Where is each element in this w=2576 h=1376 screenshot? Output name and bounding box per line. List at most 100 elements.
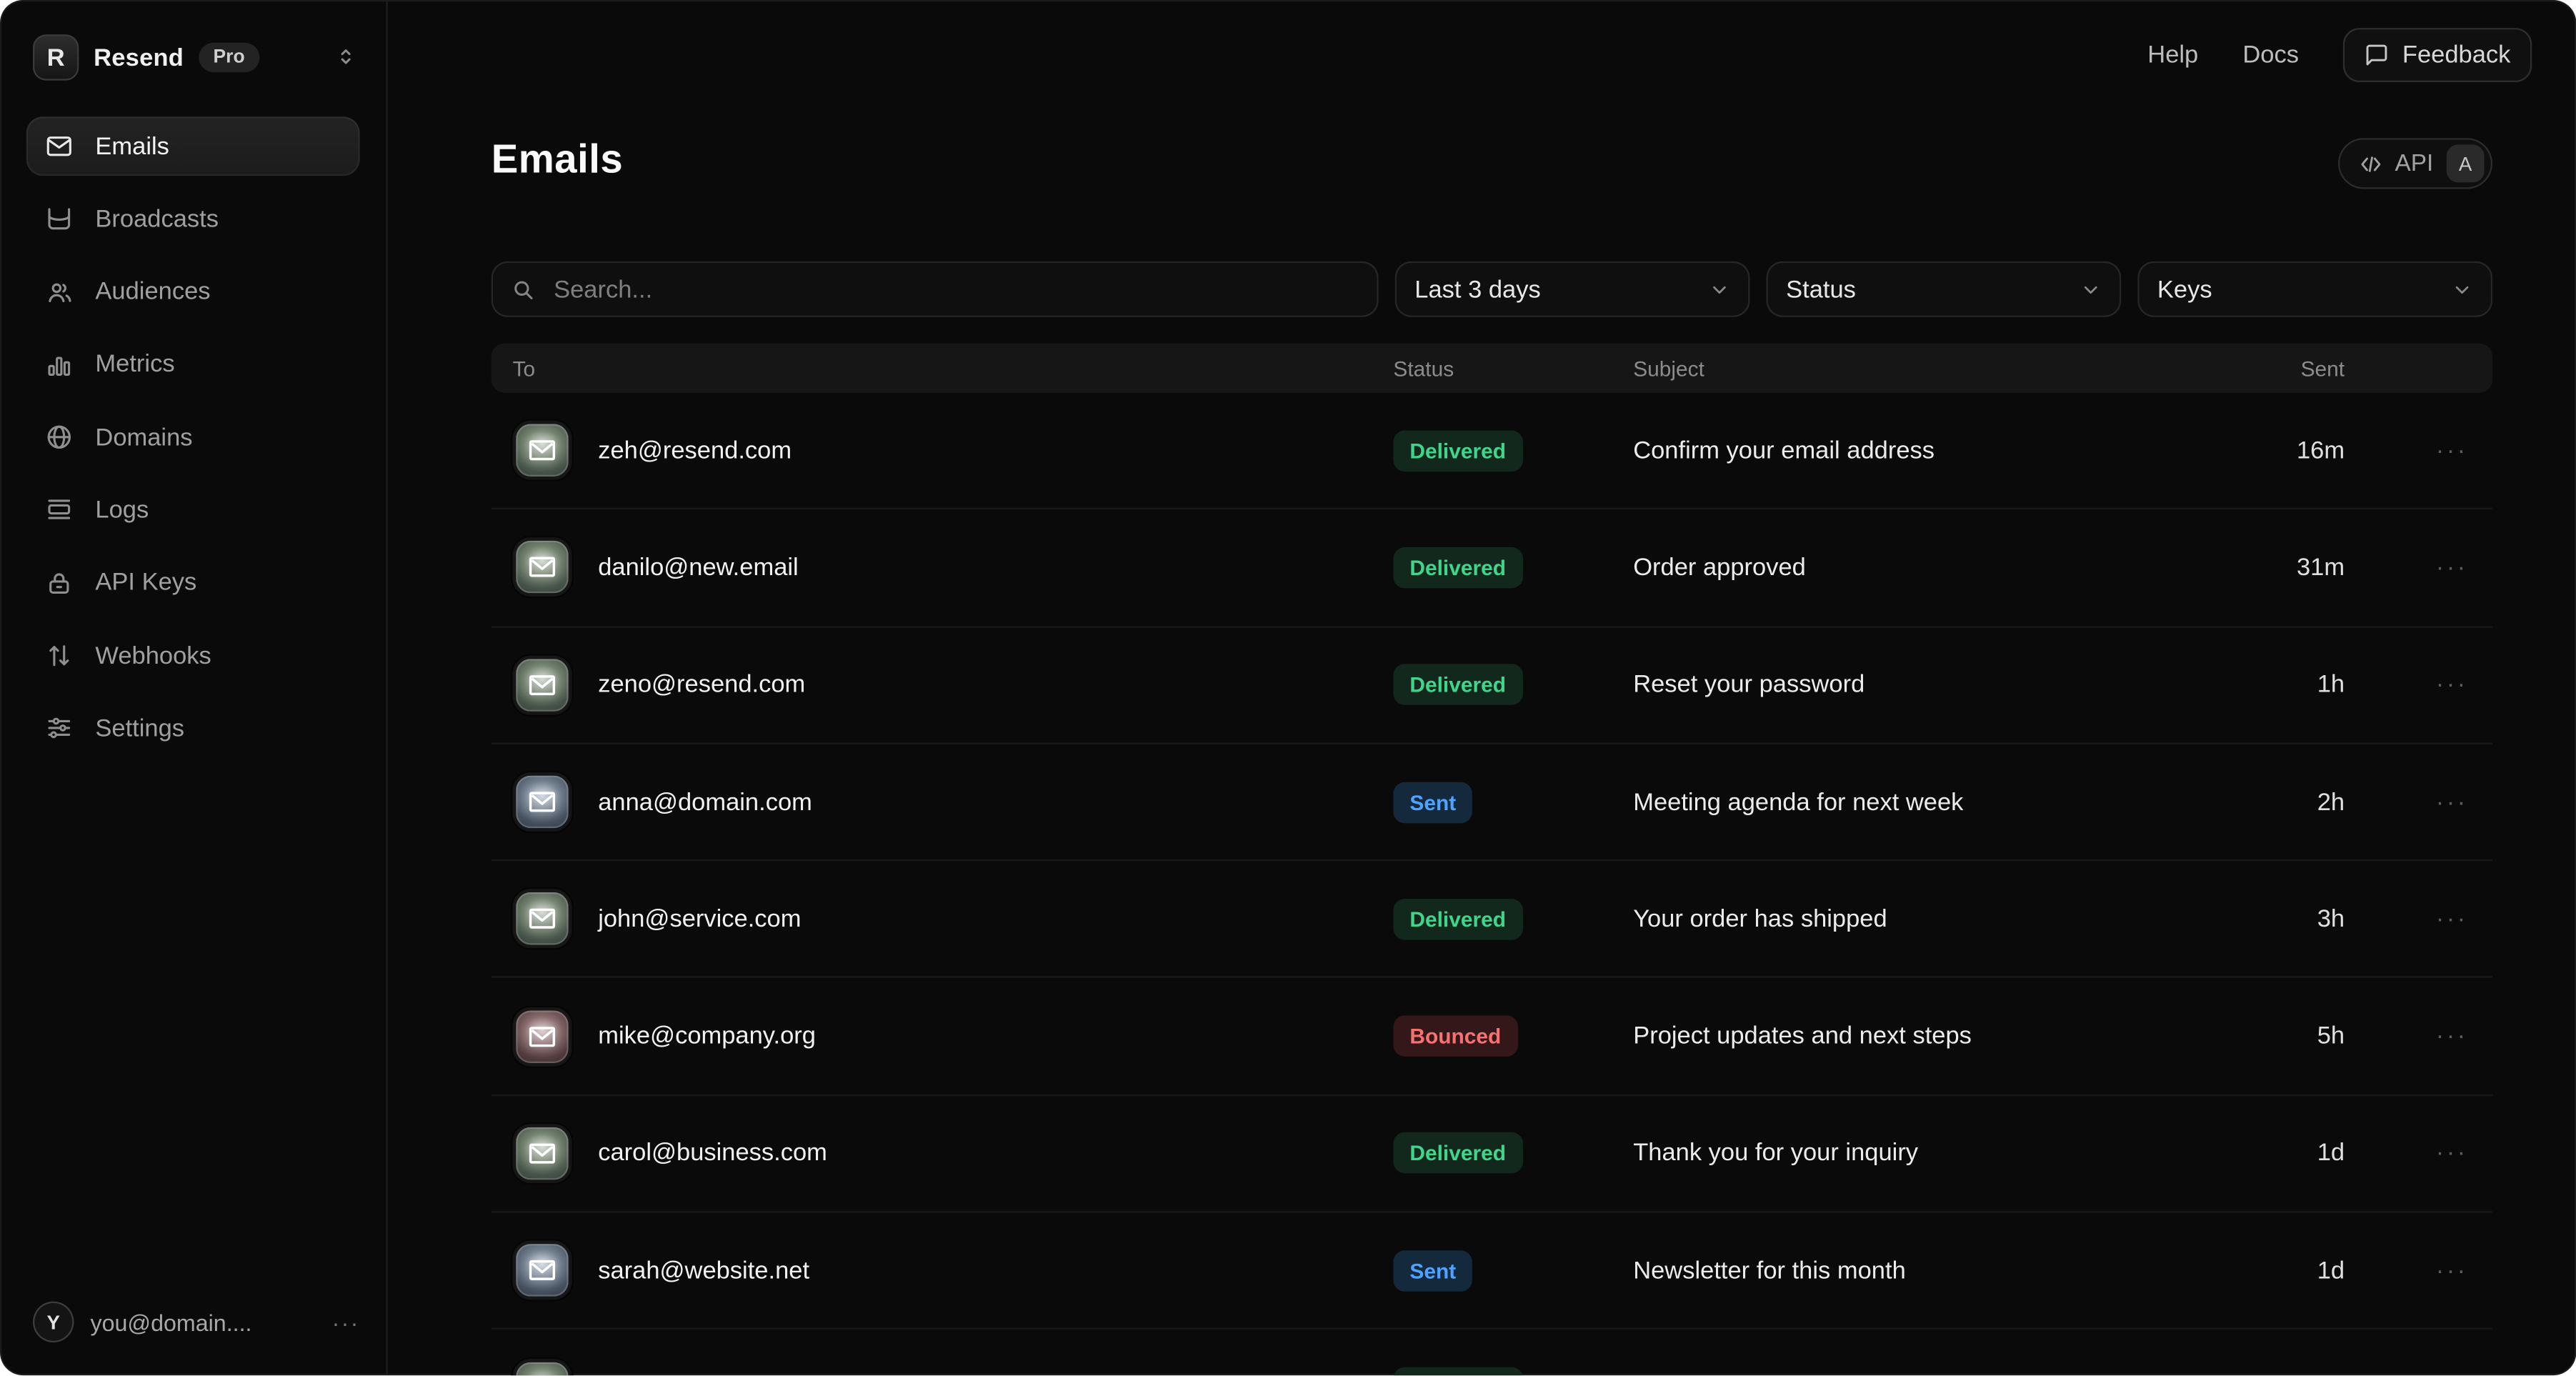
sent-time: 3h	[2200, 905, 2345, 933]
filter-row: Last 3 days Status Keys	[491, 261, 2492, 317]
sent-time: 1h	[2200, 671, 2345, 699]
chevron-down-icon	[1709, 279, 1730, 300]
row-menu-ellipsis-icon[interactable]: ···	[2345, 905, 2492, 933]
row-menu-ellipsis-icon[interactable]: ···	[2345, 671, 2492, 699]
status-badge: Delivered	[1393, 1133, 1522, 1175]
sidebar: R Resend Pro Emails Broadcasts Audiences…	[0, 0, 388, 1376]
recipient-email: sarah@website.net	[598, 1257, 809, 1285]
status-badge: Bounced	[1393, 1016, 1517, 1057]
recipient-email: zeh@resend.com	[598, 437, 792, 464]
table-row[interactable]: carol@business.com Delivered Thank you f…	[491, 1096, 2492, 1213]
email-status-tile	[513, 421, 572, 480]
email-status-tile	[513, 1124, 572, 1183]
table-row[interactable]: zeh@resend.com Delivered Confirm your em…	[491, 393, 2492, 510]
status-select-value: Status	[1786, 275, 1856, 303]
sidebar-spacer	[0, 772, 386, 1279]
sidebar-nav: Emails Broadcasts Audiences Metrics Doma…	[0, 100, 386, 772]
row-menu-ellipsis-icon[interactable]: ···	[2345, 437, 2492, 464]
keys-select-value: Keys	[2157, 275, 2212, 303]
sidebar-item-webhooks[interactable]: Webhooks	[26, 626, 360, 685]
table-row[interactable]: sarah@website.net Sent Newsletter for th…	[491, 1213, 2492, 1330]
api-button[interactable]: API A	[2337, 138, 2492, 189]
sent-time: 1d	[2200, 1257, 2345, 1285]
sidebar-item-metrics[interactable]: Metrics	[26, 335, 360, 394]
chevron-down-icon	[2452, 279, 2473, 300]
status-badge: Sent	[1393, 782, 1472, 823]
email-subject: Meeting agenda for next week	[1633, 788, 2200, 816]
app-window: R Resend Pro Emails Broadcasts Audiences…	[0, 0, 2576, 1376]
recipient-email: mike@company.org	[598, 1022, 816, 1050]
bar-chart-icon	[44, 350, 74, 379]
inbox-icon	[44, 204, 74, 234]
page-title: Emails	[491, 138, 623, 182]
user-account-row[interactable]: Y you@domain.... ···	[0, 1279, 386, 1376]
row-menu-ellipsis-icon[interactable]: ···	[2345, 1022, 2492, 1050]
keys-select[interactable]: Keys	[2137, 261, 2492, 317]
table-row[interactable]: Delivered	[491, 1330, 2492, 1376]
sent-time: 16m	[2200, 437, 2345, 464]
search-box[interactable]	[491, 261, 1379, 317]
sidebar-item-emails[interactable]: Emails	[26, 116, 360, 176]
column-header-sent: Sent	[2200, 356, 2345, 381]
email-status-tile	[513, 772, 572, 832]
status-badge: Delivered	[1393, 899, 1522, 940]
row-menu-ellipsis-icon[interactable]: ···	[2345, 554, 2492, 582]
resend-logo-icon: R	[33, 34, 79, 80]
brand-name: Resend	[94, 44, 184, 71]
mail-icon	[44, 131, 74, 161]
api-button-label: API	[2395, 150, 2434, 176]
status-badge: Delivered	[1393, 547, 1522, 589]
status-badge: Sent	[1393, 1250, 1472, 1292]
search-input[interactable]	[551, 274, 1359, 305]
table-row[interactable]: mike@company.org Bounced Project updates…	[491, 979, 2492, 1096]
email-status-tile	[513, 1358, 572, 1376]
table-row[interactable]: danilo@new.email Delivered Order approve…	[491, 510, 2492, 627]
email-subject: Order approved	[1633, 554, 2200, 582]
globe-icon	[44, 423, 74, 452]
row-menu-ellipsis-icon[interactable]: ···	[2345, 788, 2492, 816]
column-header-status: Status	[1393, 356, 1633, 381]
api-shortcut-key: A	[2447, 144, 2485, 182]
workspace-switcher[interactable]: R Resend Pro	[0, 0, 386, 100]
table-row[interactable]: john@service.com Delivered Your order ha…	[491, 862, 2492, 979]
sliders-icon	[44, 714, 74, 743]
sent-time: 1d	[2200, 1140, 2345, 1167]
table-row[interactable]: anna@domain.com Sent Meeting agenda for …	[491, 744, 2492, 862]
email-table-body: zeh@resend.com Delivered Confirm your em…	[491, 393, 2492, 1376]
sidebar-item-api-keys[interactable]: API Keys	[26, 554, 360, 613]
date-range-value: Last 3 days	[1414, 275, 1540, 303]
arrows-up-down-icon	[44, 641, 74, 670]
recipient-email: anna@domain.com	[598, 788, 812, 816]
content: Emails API A	[491, 0, 2492, 1376]
status-badge: Delivered	[1393, 1367, 1522, 1376]
email-status-tile	[513, 889, 572, 949]
recipient-email: john@service.com	[598, 905, 801, 933]
row-menu-ellipsis-icon[interactable]: ···	[2345, 1140, 2492, 1167]
sidebar-item-logs[interactable]: Logs	[26, 481, 360, 540]
sidebar-item-audiences[interactable]: Audiences	[26, 262, 360, 321]
main-area: Help Docs Feedback Emails API	[388, 0, 2576, 1376]
screen: R Resend Pro Emails Broadcasts Audiences…	[0, 0, 2576, 1376]
search-icon	[511, 277, 536, 302]
email-subject: Reset your password	[1633, 671, 2200, 699]
user-menu-ellipsis-icon[interactable]: ···	[332, 1310, 360, 1336]
date-range-select[interactable]: Last 3 days	[1395, 261, 1750, 317]
sidebar-item-domains[interactable]: Domains	[26, 408, 360, 467]
status-select[interactable]: Status	[1767, 261, 2122, 317]
chevrons-up-down-icon[interactable]	[335, 46, 356, 67]
email-subject: Newsletter for this month	[1633, 1257, 2200, 1285]
column-header-to: To	[491, 356, 1394, 381]
lock-icon	[44, 568, 74, 597]
row-menu-ellipsis-icon[interactable]: ···	[2345, 1257, 2492, 1285]
recipient-email: zeno@resend.com	[598, 671, 805, 699]
users-icon	[44, 277, 74, 306]
sidebar-item-broadcasts[interactable]: Broadcasts	[26, 189, 360, 249]
recipient-email: danilo@new.email	[598, 554, 799, 582]
sidebar-item-settings[interactable]: Settings	[26, 699, 360, 758]
code-icon	[2359, 152, 2382, 175]
column-header-subject: Subject	[1633, 356, 2200, 381]
rows-icon	[44, 495, 74, 524]
email-subject: Thank you for your inquiry	[1633, 1140, 2200, 1167]
table-row[interactable]: zeno@resend.com Delivered Reset your pas…	[491, 627, 2492, 744]
email-subject: Project updates and next steps	[1633, 1022, 2200, 1050]
